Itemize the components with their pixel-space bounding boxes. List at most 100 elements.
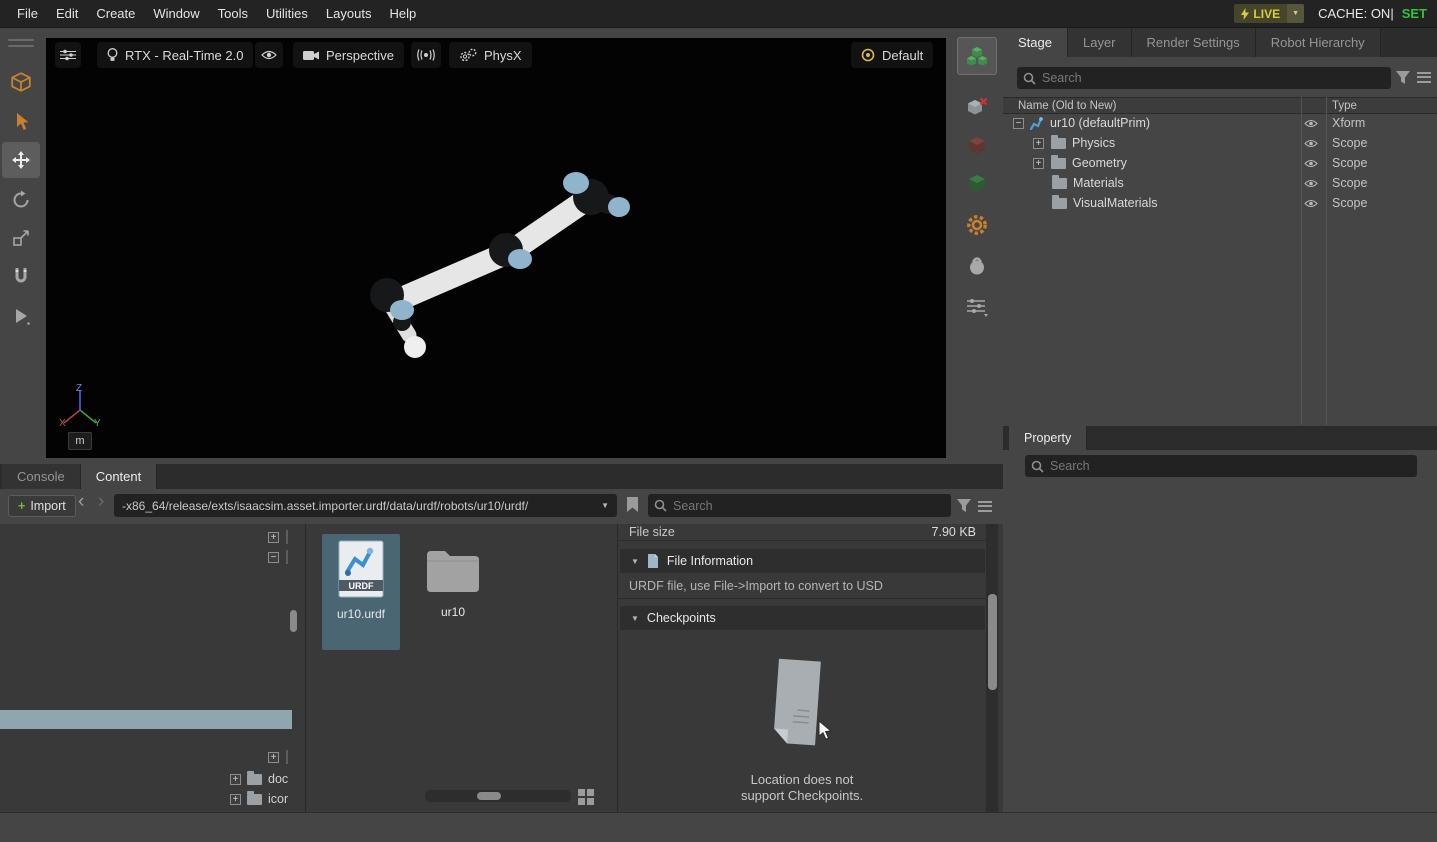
tree-expand-toggle[interactable]: + xyxy=(268,532,279,543)
checkpoints-message-line1: Location does not xyxy=(618,772,986,787)
folder-icon xyxy=(247,794,262,805)
import-button[interactable]: + Import xyxy=(8,495,76,517)
toolbar-grip[interactable] xyxy=(2,34,40,52)
menu-create[interactable]: Create xyxy=(87,6,144,21)
expand-toggle[interactable]: + xyxy=(1033,158,1044,169)
left-toolbar xyxy=(0,28,45,460)
property-search[interactable] xyxy=(1025,455,1417,477)
collapse-toggle[interactable]: − xyxy=(1013,118,1024,129)
property-search-input[interactable] xyxy=(1050,459,1411,473)
stage-search[interactable] xyxy=(1017,67,1391,89)
unit-badge[interactable]: m xyxy=(68,432,92,450)
viewport-3d[interactable]: RTX - Real-Time 2.0 Perspective PhysX De… xyxy=(46,38,946,458)
details-scrollbar[interactable] xyxy=(986,524,998,812)
live-dropdown-button[interactable]: ▼ xyxy=(1287,4,1304,23)
mass-tool-button[interactable] xyxy=(957,246,997,284)
renderer-button[interactable]: RTX - Real-Time 2.0 xyxy=(97,42,253,68)
visibility-eye-icon[interactable] xyxy=(1304,199,1318,208)
back-button[interactable]: ‹ xyxy=(78,491,84,513)
visibility-eye-icon[interactable] xyxy=(1304,159,1318,168)
path-dropdown-icon[interactable]: ▼ xyxy=(601,501,609,510)
cube-green-button[interactable] xyxy=(957,164,997,202)
content-filter-button[interactable] xyxy=(957,499,971,512)
tab-layer[interactable]: Layer xyxy=(1068,28,1132,57)
menu-file[interactable]: File xyxy=(8,6,47,21)
tree-item-icor[interactable]: + icor xyxy=(230,792,288,806)
display-options-button[interactable] xyxy=(957,288,997,326)
camera-button[interactable]: Perspective xyxy=(293,42,404,68)
path-input[interactable] xyxy=(122,499,601,513)
menu-help[interactable]: Help xyxy=(380,6,425,21)
slider-handle[interactable] xyxy=(477,792,501,800)
menu-window[interactable]: Window xyxy=(144,6,208,21)
stage-row-geometry[interactable]: + Geometry Scope xyxy=(1003,153,1437,173)
details-scrollbar-thumb[interactable] xyxy=(988,594,997,690)
path-field[interactable]: ▼ xyxy=(114,494,617,517)
tree-selected-row[interactable] xyxy=(0,710,292,729)
viewport-settings-button[interactable] xyxy=(55,42,81,68)
tab-robot-hierarchy[interactable]: Robot Hierarchy xyxy=(1256,28,1381,57)
folder-ur10[interactable]: ur10 xyxy=(414,534,492,650)
content-options-button[interactable] xyxy=(978,498,992,514)
checkpoints-header[interactable]: ▼ Checkpoints xyxy=(620,606,985,630)
stage-filter-button[interactable] xyxy=(1396,71,1410,84)
name-column-header[interactable]: Name (Old to New) xyxy=(1018,100,1116,112)
type-column-header[interactable]: Type xyxy=(1332,100,1357,112)
snap-tool-button[interactable] xyxy=(2,258,40,294)
rotate-tool-button[interactable] xyxy=(2,182,40,218)
forward-button[interactable]: › xyxy=(98,491,104,513)
mouse-cursor xyxy=(818,720,834,740)
content-grid[interactable]: URDF ur10.urdf ur10 xyxy=(306,524,618,812)
lighting-button[interactable]: Default xyxy=(851,42,933,68)
grid-view-button[interactable] xyxy=(577,788,595,806)
stage-options-button[interactable] xyxy=(1417,69,1431,85)
visibility-eye-icon[interactable] xyxy=(1304,139,1318,148)
scale-tool-button[interactable] xyxy=(2,220,40,256)
tree-item-doc[interactable]: + doc xyxy=(230,772,288,786)
move-tool-button[interactable] xyxy=(2,142,40,178)
tree-collapse-toggle[interactable]: − xyxy=(268,552,279,563)
file-ur10-urdf[interactable]: URDF ur10.urdf xyxy=(322,534,400,650)
stage-search-input[interactable] xyxy=(1042,71,1385,85)
menu-layouts[interactable]: Layouts xyxy=(317,6,381,21)
content-tree[interactable]: + − + + doc + icor xyxy=(0,524,306,812)
physics-button[interactable]: PhysX xyxy=(449,42,532,68)
visibility-eye-icon[interactable] xyxy=(1304,119,1318,128)
menu-edit[interactable]: Edit xyxy=(47,6,87,21)
physics-settings-button[interactable] xyxy=(957,206,997,244)
expand-toggle[interactable]: + xyxy=(230,794,241,805)
tree-expand-toggle[interactable]: + xyxy=(268,752,279,763)
visibility-eye-icon[interactable] xyxy=(1304,179,1318,188)
expand-toggle[interactable]: + xyxy=(1033,138,1044,149)
file-information-header[interactable]: ▼ File Information xyxy=(620,549,985,573)
prim-type: Scope xyxy=(1332,176,1367,190)
stage-row-visualmaterials[interactable]: VisualMaterials Scope xyxy=(1003,193,1437,213)
menu-utilities[interactable]: Utilities xyxy=(257,6,317,21)
tree-scrollbar-thumb[interactable] xyxy=(290,610,297,632)
tab-render-settings[interactable]: Render Settings xyxy=(1132,28,1256,57)
expand-toggle[interactable]: + xyxy=(230,774,241,785)
live-button[interactable]: LIVE xyxy=(1234,4,1287,23)
content-search[interactable] xyxy=(648,494,951,517)
select-mode-button[interactable] xyxy=(2,64,40,100)
selection-set-button[interactable] xyxy=(957,37,997,75)
menu-tools[interactable]: Tools xyxy=(209,6,257,21)
bookmark-button[interactable] xyxy=(627,497,638,512)
set-button[interactable]: SET xyxy=(1402,6,1427,21)
play-button[interactable] xyxy=(2,298,40,334)
tab-console[interactable]: Console xyxy=(2,464,81,489)
audio-button[interactable] xyxy=(411,42,441,68)
stage-row-physics[interactable]: + Physics Scope xyxy=(1003,133,1437,153)
camera-icon xyxy=(303,50,319,61)
stage-row-materials[interactable]: Materials Scope xyxy=(1003,173,1437,193)
cursor-tool-button[interactable] xyxy=(2,104,40,140)
cube-red-button[interactable] xyxy=(957,126,997,164)
viewport-visibility-button[interactable] xyxy=(255,42,283,68)
stage-row-ur10[interactable]: − ur10 (defaultPrim) Xform xyxy=(1003,113,1437,133)
cube-delete-button[interactable] xyxy=(957,88,997,126)
thumbnail-size-slider[interactable] xyxy=(425,790,571,802)
tab-content[interactable]: Content xyxy=(81,464,158,489)
content-search-input[interactable] xyxy=(673,499,945,513)
tab-property[interactable]: Property xyxy=(1009,426,1087,450)
tab-stage[interactable]: Stage xyxy=(1003,28,1068,57)
